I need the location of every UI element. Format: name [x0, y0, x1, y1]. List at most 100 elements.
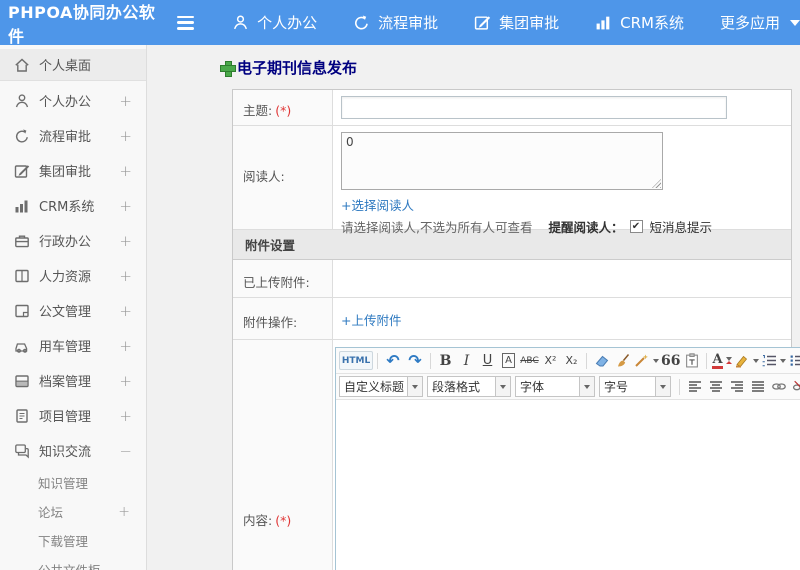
- sidebar-item-knowledge-exchange[interactable]: 知识交流 −: [0, 433, 146, 468]
- autotypeset-button[interactable]: A: [498, 351, 519, 371]
- align-left-icon: [687, 379, 703, 394]
- expand-plus[interactable]: +: [119, 232, 132, 250]
- nav-personal-office[interactable]: 个人办公: [232, 12, 317, 33]
- rich-text-editor: HTML ↶ ↷ B I U A ABC X² X₂ 66 A 自定义标题 段落…: [335, 347, 800, 570]
- italic-button[interactable]: I: [456, 351, 477, 371]
- sidebar-subitem-public-file-cabinet[interactable]: 公共文件柜: [0, 555, 146, 570]
- align-center-button[interactable]: [705, 377, 726, 397]
- caret-down-icon: [407, 377, 422, 396]
- blockquote-button[interactable]: 66: [660, 351, 681, 371]
- justify-icon: [750, 379, 766, 394]
- caret-down-icon: [653, 358, 659, 363]
- process-icon: [14, 128, 30, 144]
- unordered-list-button[interactable]: [787, 351, 800, 371]
- nav-crm-system[interactable]: CRM系统: [595, 12, 684, 33]
- justify-button[interactable]: [747, 377, 768, 397]
- upload-attachment-link[interactable]: +上传附件: [341, 310, 401, 329]
- eraser-button[interactable]: [591, 351, 612, 371]
- caret-down-icon: [752, 358, 759, 363]
- nav-more-apps[interactable]: 更多应用: [720, 12, 800, 33]
- home-icon: [14, 57, 30, 73]
- format-brush-button[interactable]: [612, 351, 633, 371]
- expand-plus[interactable]: +: [119, 407, 132, 425]
- briefcase-icon: [14, 233, 30, 249]
- sidebar-item-group-approval[interactable]: 集团审批 +: [0, 153, 146, 188]
- html-source-button[interactable]: HTML: [339, 351, 373, 370]
- top-navigation: 个人办公 流程审批 集团审批 CRM系统 更多应用: [232, 12, 800, 33]
- nav-process-approval[interactable]: 流程审批: [353, 12, 438, 33]
- sidebar-item-label: 项目管理: [39, 410, 92, 425]
- expand-plus[interactable]: +: [119, 337, 132, 355]
- superscript-button[interactable]: X²: [540, 351, 561, 371]
- expand-plus[interactable]: +: [119, 197, 132, 215]
- resize-handle[interactable]: [652, 179, 661, 188]
- paste-text-button[interactable]: [681, 351, 702, 371]
- knowledge-icon: [14, 443, 30, 459]
- sidebar-item-vehicle-management[interactable]: 用车管理 +: [0, 328, 146, 363]
- sidebar-item-human-resources[interactable]: 人力资源 +: [0, 258, 146, 293]
- font-size-select[interactable]: 字号: [599, 376, 671, 397]
- font-color-button[interactable]: A: [711, 351, 732, 371]
- sidebar-subitem-download-management[interactable]: 下载管理: [0, 526, 146, 555]
- editor-content-area[interactable]: [336, 400, 800, 570]
- highlight-color-button[interactable]: [733, 351, 760, 371]
- custom-title-select[interactable]: 自定义标题: [339, 376, 423, 397]
- select-readers-link[interactable]: +选择阅读人: [341, 195, 414, 214]
- subject-input[interactable]: [341, 96, 727, 119]
- expand-plus[interactable]: +: [119, 372, 132, 390]
- expand-plus[interactable]: +: [119, 127, 132, 145]
- link-button[interactable]: [768, 377, 789, 397]
- nav-label: 个人办公: [257, 14, 318, 32]
- sidebar-item-label: 人力资源: [39, 270, 92, 285]
- person-icon: [14, 93, 30, 109]
- bold-button[interactable]: B: [435, 351, 456, 371]
- document-icon: [14, 303, 30, 319]
- sidebar-item-label: 流程审批: [39, 130, 92, 145]
- underline-button[interactable]: U: [477, 351, 498, 371]
- unlink-button[interactable]: [789, 377, 800, 397]
- ordered-list-button[interactable]: [760, 351, 787, 371]
- nav-group-approval[interactable]: 集团审批: [474, 12, 559, 33]
- form-row-attachment-ops: 附件操作: +上传附件: [233, 298, 791, 340]
- sidebar-item-personal-office[interactable]: 个人办公 +: [0, 83, 146, 118]
- attachment-ops-label: 附件操作:: [233, 298, 333, 339]
- expand-plus[interactable]: +: [119, 162, 132, 180]
- readers-textarea[interactable]: 0: [341, 132, 663, 190]
- sidebar-item-project-management[interactable]: 项目管理 +: [0, 398, 146, 433]
- form-row-content: 内容: (*) HTML ↶ ↷ B I U A ABC X² X₂ 66 A …: [233, 340, 800, 570]
- collapse-minus[interactable]: −: [119, 442, 132, 460]
- page-title: 电子期刊信息发布: [220, 57, 800, 78]
- expand-plus[interactable]: +: [119, 302, 132, 320]
- group-approve-icon: [474, 14, 491, 31]
- autoformat-button[interactable]: [633, 351, 660, 371]
- sidebar-item-label: CRM系统: [39, 200, 95, 215]
- undo-button[interactable]: ↶: [382, 351, 404, 371]
- hamburger-menu-icon[interactable]: [177, 15, 195, 30]
- expand-plus[interactable]: +: [119, 267, 132, 285]
- sidebar-item-label: 行政办公: [39, 235, 92, 250]
- unordered-list-icon: [789, 353, 800, 368]
- sidebar-subitem-forum[interactable]: 论坛 +: [0, 497, 146, 526]
- align-right-button[interactable]: [726, 377, 747, 397]
- redo-button[interactable]: ↷: [404, 351, 426, 371]
- sidebar-item-crm-system[interactable]: CRM系统 +: [0, 188, 146, 223]
- sidebar-item-personal-desktop[interactable]: 个人桌面: [0, 49, 146, 81]
- sidebar-item-admin-office[interactable]: 行政办公 +: [0, 223, 146, 258]
- sidebar: 个人桌面 个人办公 + 流程审批 + 集团审批 + CRM系统 + 行政办公 +…: [0, 45, 147, 570]
- topbar: PHPOA协同办公软件 个人办公 流程审批 集团审批 CRM系统 更多应用: [0, 0, 800, 46]
- sms-checkbox[interactable]: ✔: [629, 220, 643, 233]
- paragraph-format-select[interactable]: 段落格式: [427, 376, 511, 397]
- sidebar-subitem-knowledge-management[interactable]: 知识管理: [0, 468, 146, 497]
- subscript-button[interactable]: X₂: [561, 351, 582, 371]
- align-left-button[interactable]: [684, 377, 705, 397]
- sidebar-item-archive-management[interactable]: 档案管理 +: [0, 363, 146, 398]
- editor-toolbar-row2: 自定义标题 段落格式 字体 字号: [336, 374, 800, 400]
- font-family-select[interactable]: 字体: [515, 376, 595, 397]
- readers-value: 0: [346, 135, 354, 149]
- sidebar-item-process-approval[interactable]: 流程审批 +: [0, 118, 146, 153]
- strikethrough-button[interactable]: ABC: [519, 351, 540, 371]
- sidebar-item-document-management[interactable]: 公文管理 +: [0, 293, 146, 328]
- expand-plus[interactable]: +: [118, 504, 130, 520]
- expand-plus[interactable]: +: [119, 92, 132, 110]
- unlink-icon: [792, 379, 800, 394]
